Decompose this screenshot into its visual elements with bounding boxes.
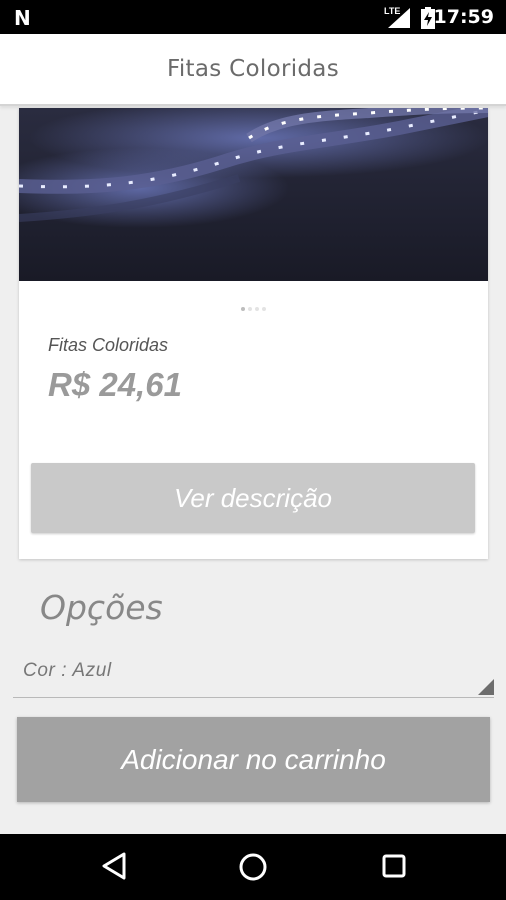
signal-icon: [388, 8, 410, 28]
navigation-bar: [0, 834, 506, 900]
status-bar: N LTE 17:59: [0, 0, 506, 34]
app-bar: Fitas Coloridas: [0, 34, 506, 106]
product-image[interactable]: [19, 108, 488, 281]
carousel-dot[interactable]: [241, 307, 245, 311]
home-icon[interactable]: [237, 851, 269, 883]
carousel-indicator[interactable]: [19, 298, 488, 316]
product-price: R$ 24,61: [48, 366, 182, 403]
product-name: Fitas Coloridas: [48, 335, 169, 355]
notification-n-icon: N: [14, 6, 31, 30]
product-card: Fitas Coloridas R$ 24,61 Ver descrição: [19, 108, 488, 559]
dropdown-triangle-icon: [478, 679, 494, 695]
add-to-cart-button[interactable]: Adicionar no carrinho: [17, 717, 490, 802]
color-select-value: Cor : Azul: [23, 660, 112, 681]
clock: 17:59: [433, 6, 494, 28]
led-strip-photo: [19, 108, 488, 281]
options-heading: Opções: [40, 588, 163, 627]
carousel-dot[interactable]: [255, 307, 259, 311]
view-description-button[interactable]: Ver descrição: [31, 463, 475, 533]
page-title: Fitas Coloridas: [167, 56, 339, 82]
carousel-dot[interactable]: [262, 307, 266, 311]
carousel-dot[interactable]: [248, 307, 252, 311]
back-icon[interactable]: [100, 851, 128, 881]
recents-icon[interactable]: [380, 851, 408, 881]
color-select[interactable]: Cor : Azul: [13, 650, 494, 698]
